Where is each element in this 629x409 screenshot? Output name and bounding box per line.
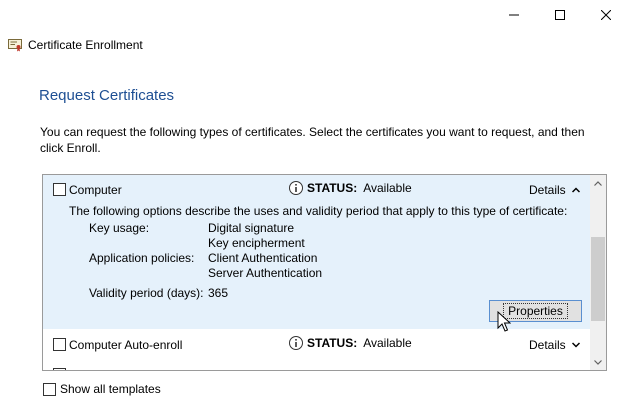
show-all-templates-checkbox[interactable] [43, 382, 56, 396]
status-value: Available [363, 336, 412, 350]
scroll-up-icon [594, 180, 602, 186]
cert-item-computer-auto-enroll[interactable]: Computer Auto-enroll STATUS: Available D… [43, 333, 590, 355]
window-header: Certificate Enrollment [8, 38, 143, 52]
maximize-icon [555, 10, 565, 20]
details-toggle[interactable]: Details [529, 183, 580, 197]
properties-button-label: Properties [503, 303, 568, 319]
computer-auto-enroll-checkbox[interactable] [53, 338, 66, 351]
key-usage-value: Key encipherment [208, 236, 305, 250]
show-all-templates-label: Show all templates [60, 382, 161, 396]
app-policy-value: Server Authentication [208, 266, 323, 280]
cert-status: STATUS: Available [289, 181, 412, 195]
cert-status: STATUS: Available [289, 336, 412, 350]
mouse-cursor-icon [497, 311, 511, 332]
chevron-up-icon [571, 187, 580, 193]
details-label: Details [529, 183, 566, 197]
intro-text: You can request the following types of c… [40, 125, 585, 155]
cert-item-name: Computer Auto-enroll [69, 338, 183, 352]
certificate-list: Computer STATUS: Available Details The f… [42, 174, 607, 371]
page-title: Request Certificates [39, 87, 175, 104]
close-button[interactable] [583, 0, 629, 30]
certificate-list-content: Computer STATUS: Available Details The f… [43, 175, 590, 370]
app-policy-value: Client Authentication [208, 251, 318, 265]
show-all-templates[interactable]: Show all templates [43, 382, 161, 396]
cert-item-name: Computer [69, 183, 122, 197]
status-value: Available [363, 181, 412, 195]
scroll-up-button[interactable] [590, 175, 606, 191]
cert-item-computer[interactable]: Computer STATUS: Available Details The f… [43, 175, 590, 329]
chevron-down-icon [571, 342, 580, 348]
details-toggle[interactable]: Details [529, 338, 580, 352]
info-icon [289, 181, 303, 195]
close-icon [601, 10, 611, 20]
window-title: Certificate Enrollment [28, 38, 143, 52]
validity-label: Validity period (days): [89, 286, 204, 300]
maximize-button[interactable] [537, 0, 583, 30]
details-label: Details [529, 338, 566, 352]
scroll-down-button[interactable] [590, 354, 606, 370]
key-usage-value: Digital signature [208, 221, 295, 235]
computer-checkbox[interactable] [53, 183, 66, 196]
validity-value: 365 [208, 286, 229, 300]
app-policies-label: Application policies: [89, 251, 195, 265]
certificate-icon [8, 39, 22, 52]
cert-description: The following options describe the uses … [69, 204, 568, 218]
info-icon [289, 336, 303, 350]
scroll-down-icon [594, 359, 602, 365]
window-controls [491, 0, 629, 30]
next-item-checkbox[interactable] [53, 368, 66, 370]
status-label: STATUS: [307, 336, 358, 350]
cert-item-header: Computer STATUS: Available Details [43, 179, 590, 201]
minimize-button[interactable] [491, 0, 537, 30]
key-usage-label: Key usage: [89, 221, 150, 235]
status-label: STATUS: [307, 181, 358, 195]
minimize-icon [509, 14, 519, 16]
scroll-thumb[interactable] [591, 237, 605, 321]
list-scrollbar[interactable] [590, 175, 606, 370]
